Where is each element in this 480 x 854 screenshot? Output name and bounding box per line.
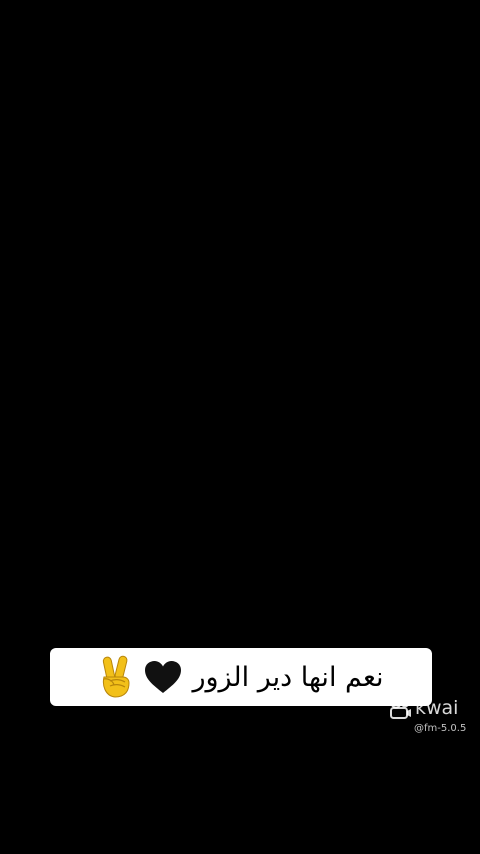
victory-hand-icon xyxy=(98,655,134,699)
caption-pill: نعم انها دير الزور xyxy=(50,648,432,706)
watermark-handle: @fm-5.0.5 xyxy=(414,723,467,734)
black-heart-icon xyxy=(144,660,182,694)
video-screen: نعم انها دير الزور kwai @fm-5.0.5 xyxy=(0,0,480,854)
kwai-brand-text: kwai xyxy=(415,696,459,719)
caption-text: نعم انها دير الزور xyxy=(192,661,384,693)
kwai-logo-icon xyxy=(388,697,412,719)
kwai-watermark: kwai @fm-5.0.5 xyxy=(388,697,474,739)
